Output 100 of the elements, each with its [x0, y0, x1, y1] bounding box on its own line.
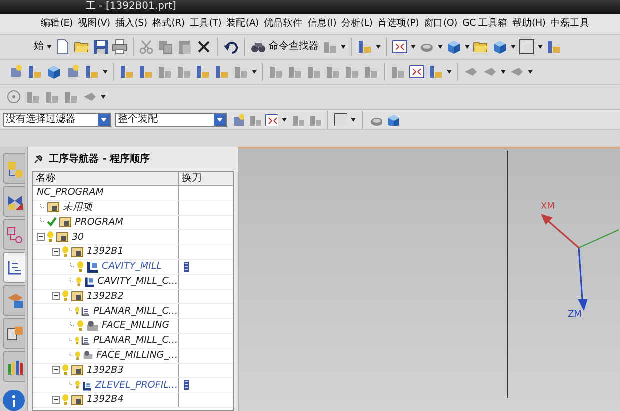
tree-item[interactable]: FACE_MILLING_... [96, 350, 178, 360]
tool-icon[interactable] [176, 64, 192, 80]
menu-item[interactable]: 插入(S) [114, 19, 148, 29]
tool-icon[interactable] [157, 64, 173, 80]
tool-icon[interactable] [306, 64, 322, 80]
cam-tool-icon[interactable] [27, 64, 43, 80]
menu-item[interactable]: 中磊工具 [550, 19, 591, 29]
caret-icon[interactable] [528, 70, 533, 74]
target-icon[interactable] [6, 89, 22, 105]
caret-icon[interactable] [447, 70, 452, 74]
tool-icon[interactable] [325, 64, 341, 80]
side-tab[interactable] [3, 219, 25, 250]
collapse-icon[interactable] [52, 248, 60, 256]
caret-icon[interactable] [465, 45, 470, 49]
cube-icon[interactable] [446, 39, 462, 55]
caret-icon[interactable] [252, 70, 257, 74]
tree-item[interactable]: CAVITY_MILL [101, 262, 162, 272]
tool-icon[interactable] [363, 64, 379, 80]
cube-icon[interactable] [492, 39, 508, 55]
tool-icon[interactable] [248, 113, 261, 126]
cam-tool-icon[interactable] [138, 64, 154, 80]
tool-icon[interactable] [44, 89, 60, 105]
collapse-icon[interactable] [52, 292, 60, 300]
caret-icon[interactable] [511, 45, 516, 49]
tool-icon[interactable] [268, 64, 284, 80]
graphics-viewport[interactable]: XM ZM [238, 147, 620, 411]
menu-item[interactable]: GC 工具箱 [461, 19, 509, 29]
view-fit-icon[interactable] [392, 39, 408, 55]
tree-item[interactable]: 1392B1 [86, 247, 124, 257]
collapse-icon[interactable] [52, 366, 60, 374]
menu-item[interactable]: 优品软件 [262, 19, 304, 29]
tree-item[interactable]: 30 [71, 232, 84, 242]
cam-tool-icon[interactable] [84, 64, 100, 80]
start-button[interactable]: 始 [34, 42, 44, 52]
info-button[interactable] [3, 390, 25, 411]
tree-item[interactable]: CAVITY_MILL_C... [96, 276, 178, 286]
tool-icon[interactable] [291, 113, 304, 126]
caret-icon[interactable] [341, 45, 346, 49]
panel-icon[interactable] [519, 39, 535, 55]
scissors-icon[interactable] [139, 39, 155, 55]
view-fit-icon[interactable] [409, 64, 425, 80]
tree-item[interactable]: NC_PROGRAM [36, 188, 104, 198]
menu-item[interactable]: 视图(V) [76, 19, 112, 29]
caret-icon[interactable] [47, 45, 52, 49]
copy-icon[interactable] [158, 39, 174, 55]
collapse-icon[interactable] [37, 233, 45, 242]
caret-icon[interactable] [376, 45, 381, 49]
new-file-icon[interactable] [55, 39, 71, 55]
save-icon[interactable] [93, 39, 109, 55]
tree-item[interactable]: 1392B2 [86, 292, 124, 302]
caret-icon[interactable] [351, 118, 356, 122]
menu-item[interactable]: 信息(I) [306, 19, 338, 29]
menu-item[interactable]: 格式(R) [151, 19, 186, 29]
column-header[interactable]: 换刀 [179, 172, 233, 186]
tree-item[interactable]: FACE_MILLING [101, 321, 170, 331]
side-tab[interactable] [3, 318, 25, 350]
caret-icon[interactable] [438, 45, 443, 49]
menu-item[interactable]: 工具(T) [188, 19, 223, 29]
panel-icon[interactable] [334, 113, 347, 126]
side-tab[interactable] [3, 285, 25, 316]
menu-item[interactable]: 帮助(H) [512, 19, 547, 29]
tool-icon[interactable] [63, 89, 79, 105]
tree-item[interactable]: PROGRAM [74, 218, 124, 228]
column-header[interactable]: 名称 [33, 172, 179, 186]
menu-item[interactable]: 分析(L) [340, 19, 374, 29]
command-finder-button[interactable]: 命令查找器 [250, 39, 319, 55]
cam-tool-icon[interactable] [428, 64, 444, 80]
cam-tool-icon[interactable] [357, 39, 373, 55]
tree-item[interactable]: ZLEVEL_PROFIL... [94, 380, 178, 390]
caret-icon[interactable] [101, 95, 106, 99]
tree-item[interactable]: PLANAR_MILL_C... [92, 336, 178, 346]
cube-icon[interactable] [386, 113, 399, 126]
caret-icon[interactable] [103, 70, 108, 74]
undo-icon[interactable] [223, 39, 239, 55]
cam-tool-icon[interactable] [214, 64, 230, 80]
cam-tool-icon[interactable] [546, 39, 562, 55]
tree-item[interactable]: 1392B3 [86, 366, 124, 376]
dropdown-field[interactable]: 没有选择过滤器 [3, 112, 111, 126]
side-tab[interactable] [3, 252, 25, 284]
caret-icon[interactable] [282, 118, 287, 122]
tree-item[interactable]: PLANAR_MILL_C... [92, 306, 178, 316]
caret-icon[interactable] [411, 45, 416, 49]
menu-item[interactable]: 装配(A) [226, 19, 260, 29]
delete-icon[interactable] [196, 39, 212, 55]
tool-icon[interactable] [25, 89, 41, 105]
side-tab[interactable] [3, 351, 25, 382]
tool-icon[interactable] [344, 64, 360, 80]
menu-item[interactable]: 编辑(E) [40, 19, 74, 29]
tree-item[interactable]: 未用项 [62, 202, 93, 212]
caret-icon[interactable] [538, 45, 543, 49]
dropdown-field[interactable]: 整个装配 [115, 112, 227, 126]
side-tab[interactable] [3, 186, 25, 218]
caret-icon[interactable] [501, 70, 506, 74]
menu-item[interactable]: 首选项(P) [376, 19, 420, 29]
cam-tool-icon[interactable] [195, 64, 211, 80]
menu-item[interactable]: 窗口(O) [423, 19, 458, 29]
cam-tool-icon[interactable] [119, 64, 135, 80]
tool-icon[interactable] [308, 113, 321, 126]
view-fit-icon[interactable] [265, 113, 278, 126]
tree-item[interactable]: 1392B4 [86, 395, 124, 405]
